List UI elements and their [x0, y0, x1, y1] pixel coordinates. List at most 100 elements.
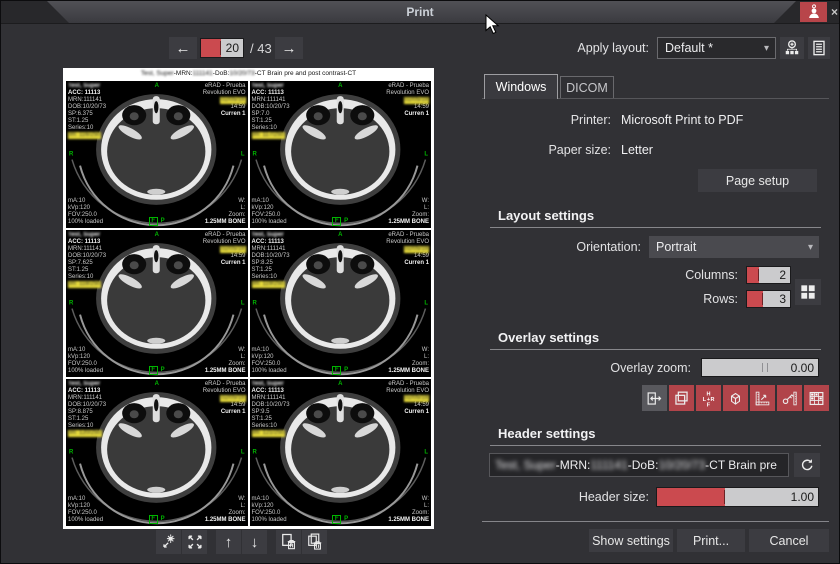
cell-overlay-top-left: Test, Super ACC: 11113 MRN:111141 DOB:10… — [252, 83, 290, 139]
pan-overlay-icon — [645, 389, 664, 408]
grid-icon — [798, 282, 818, 302]
auto-window-icon — [159, 532, 179, 552]
settings-panel: Windows DICOM Printer: Microsoft Print t… — [482, 67, 829, 559]
ruler-corner-button[interactable] — [750, 385, 775, 411]
preview-cell[interactable]: Test, Super ACC: 11113 MRN:111141 DOB:10… — [250, 379, 432, 526]
pan-overlay-button[interactable] — [642, 385, 667, 411]
header-reset-button[interactable] — [794, 453, 820, 477]
stacked-images-button[interactable] — [669, 385, 694, 411]
cell-overlay-top-left: Test, Super ACC: 11113 MRN:111141 DOB:10… — [252, 381, 290, 437]
preview-cell[interactable]: Test, Super ACC: 11113 MRN:111141 DOB:10… — [66, 230, 248, 377]
orientation-value: Portrait — [656, 240, 696, 254]
stacked-images-icon — [672, 389, 691, 408]
windowing-key-icon — [780, 389, 799, 408]
header-text-field[interactable]: Test, Super-MRN:111141-DoB:10/20/73-CT B… — [489, 453, 789, 477]
preview-cell[interactable]: Test, Super ACC: 11113 MRN:111141 DOB:10… — [66, 81, 248, 228]
table-grid-button[interactable] — [804, 385, 829, 411]
text-part: 10/20/73 — [658, 458, 705, 472]
preview-cell[interactable]: Test, Super ACC: 11113 MRN:111141 DOB:10… — [66, 379, 248, 526]
text-part: -MRN: — [174, 70, 193, 77]
close-icon[interactable]: × — [828, 2, 840, 22]
delete-page-icon — [279, 532, 299, 552]
page-spinner-knob[interactable] — [220, 41, 221, 55]
orientation-marker-left: L — [241, 449, 245, 456]
print-button[interactable]: Print... — [677, 529, 745, 552]
page-total-label: / 43 — [250, 41, 272, 56]
cell-overlay-top-right: eRAD - Prueba Revolution EVO 02/05/19 14… — [386, 381, 429, 416]
table-grid-icon — [807, 389, 826, 408]
overlay-icon-row: H L + R F — [642, 385, 829, 411]
cube-3d-icon — [726, 389, 745, 408]
page-number-spinner[interactable]: 20 — [200, 38, 244, 58]
cancel-button[interactable]: Cancel — [749, 529, 829, 552]
header-size-slider[interactable]: 1.00 — [656, 487, 819, 507]
preview-cell[interactable]: Test, Super ACC: 11113 MRN:111141 DOB:10… — [250, 230, 432, 377]
preview-grid: Test, Super ACC: 11113 MRN:111141 DOB:10… — [66, 81, 431, 526]
reset-icon — [798, 456, 816, 474]
columns-spinner[interactable]: 2 — [746, 266, 791, 284]
header-size-label: Header size: — [482, 490, 649, 504]
move-up-button[interactable]: ↑ — [216, 530, 241, 554]
move-down-button[interactable]: ↓ — [242, 530, 267, 554]
tab-dicom[interactable]: DICOM — [560, 76, 614, 98]
next-page-button[interactable]: → — [275, 37, 303, 59]
layout-list-button[interactable] — [808, 37, 830, 59]
tab-windows[interactable]: Windows — [484, 74, 558, 99]
orientation-marker-right: R — [69, 300, 73, 307]
previous-page-button[interactable]: ← — [169, 37, 197, 59]
orientation-select[interactable]: Portrait ▾ — [649, 236, 819, 258]
cell-overlay-bottom-right: W: L: Zoom: 1.25MM BONE — [205, 347, 246, 375]
layout-select-value: Default * — [665, 41, 713, 55]
page-header: Test, Super-MRN:111141-DoB:10/20/73-CT B… — [63, 70, 434, 77]
header-size-value: 1.00 — [791, 488, 814, 506]
cell-overlay-bottom-right: W: L: Zoom: 1.25MM BONE — [388, 347, 429, 375]
printer-value: Microsoft Print to PDF — [621, 113, 743, 127]
fit-to-window-button[interactable] — [182, 530, 207, 554]
layout-list-icon — [809, 38, 829, 58]
cell-overlay-top-left: Test, Super ACC: 11113 MRN:111141 DOB:10… — [68, 232, 106, 288]
overlay-zoom-value: 0.00 — [791, 359, 814, 376]
text-part: -MRN: — [556, 458, 591, 472]
overlay-settings-title: Overlay settings — [498, 330, 599, 345]
ruler-corner-icon — [753, 389, 772, 408]
text-part: -CT Brain pre and post contrast-CT — [255, 70, 356, 77]
delete-page-button[interactable] — [276, 530, 301, 554]
cell-overlay-bottom-right: W: L: Zoom: 1.25MM BONE — [388, 198, 429, 226]
save-layout-button[interactable] — [780, 37, 804, 59]
page-setup-button[interactable]: Page setup — [698, 169, 817, 192]
show-settings-button[interactable]: Show settings — [589, 529, 673, 552]
print-dialog: Print × ← 20 / 43 → Apply layout: Defaul… — [0, 0, 840, 564]
rows-spinner[interactable]: 3 — [746, 290, 791, 308]
paper-size-value: Letter — [621, 143, 653, 157]
cube-3d-button[interactable] — [723, 385, 748, 411]
text-part: -DoB: — [213, 70, 230, 77]
orientation-marker-right: R — [253, 300, 257, 307]
cell-overlay-top-right: eRAD - Prueba Revolution EVO 02/05/19 14… — [203, 381, 246, 416]
orientation-marker-left: L — [424, 449, 428, 456]
text-part: 10/20/73 — [229, 70, 254, 77]
text-part: 111141 — [193, 70, 213, 77]
cell-overlay-bottom-right: W: L: Zoom: 1.25MM BONE — [205, 198, 246, 226]
orientation-marker-left: L — [424, 300, 428, 307]
preview-cell[interactable]: Test, Super ACC: 11113 MRN:111141 DOB:10… — [250, 81, 432, 228]
delete-all-pages-button[interactable] — [302, 530, 327, 554]
layout-grid-button[interactable] — [795, 279, 821, 305]
layout-select[interactable]: Default * ▾ — [657, 37, 776, 59]
paper-size-label: Paper size: — [482, 143, 611, 157]
orientation-letters-button[interactable]: H L + R F — [696, 385, 721, 411]
text-part: Test, Super — [141, 70, 174, 77]
chevron-down-icon: ▾ — [764, 43, 769, 54]
apply-layout-label: Apply layout: — [549, 41, 649, 55]
user-icon — [805, 3, 823, 21]
windowing-key-button[interactable] — [777, 385, 802, 411]
auto-window-button[interactable] — [156, 530, 181, 554]
orientation-marker-left: L — [424, 151, 428, 158]
user-support-button[interactable] — [800, 2, 827, 22]
orientation-marker-left: L — [241, 300, 245, 307]
orientation-marker-right: R — [253, 151, 257, 158]
overlay-zoom-slider[interactable]: 0.00 — [701, 358, 819, 377]
cell-overlay-top-right: eRAD - Prueba Revolution EVO 02/05/19 14… — [203, 232, 246, 267]
page-spinner-fill — [201, 39, 221, 57]
print-preview-page[interactable]: Test, Super-MRN:111141-DoB:10/20/73-CT B… — [63, 68, 434, 529]
header-text-parts: Test, Super-MRN:111141-DoB:10/20/73-CT B… — [495, 458, 777, 472]
